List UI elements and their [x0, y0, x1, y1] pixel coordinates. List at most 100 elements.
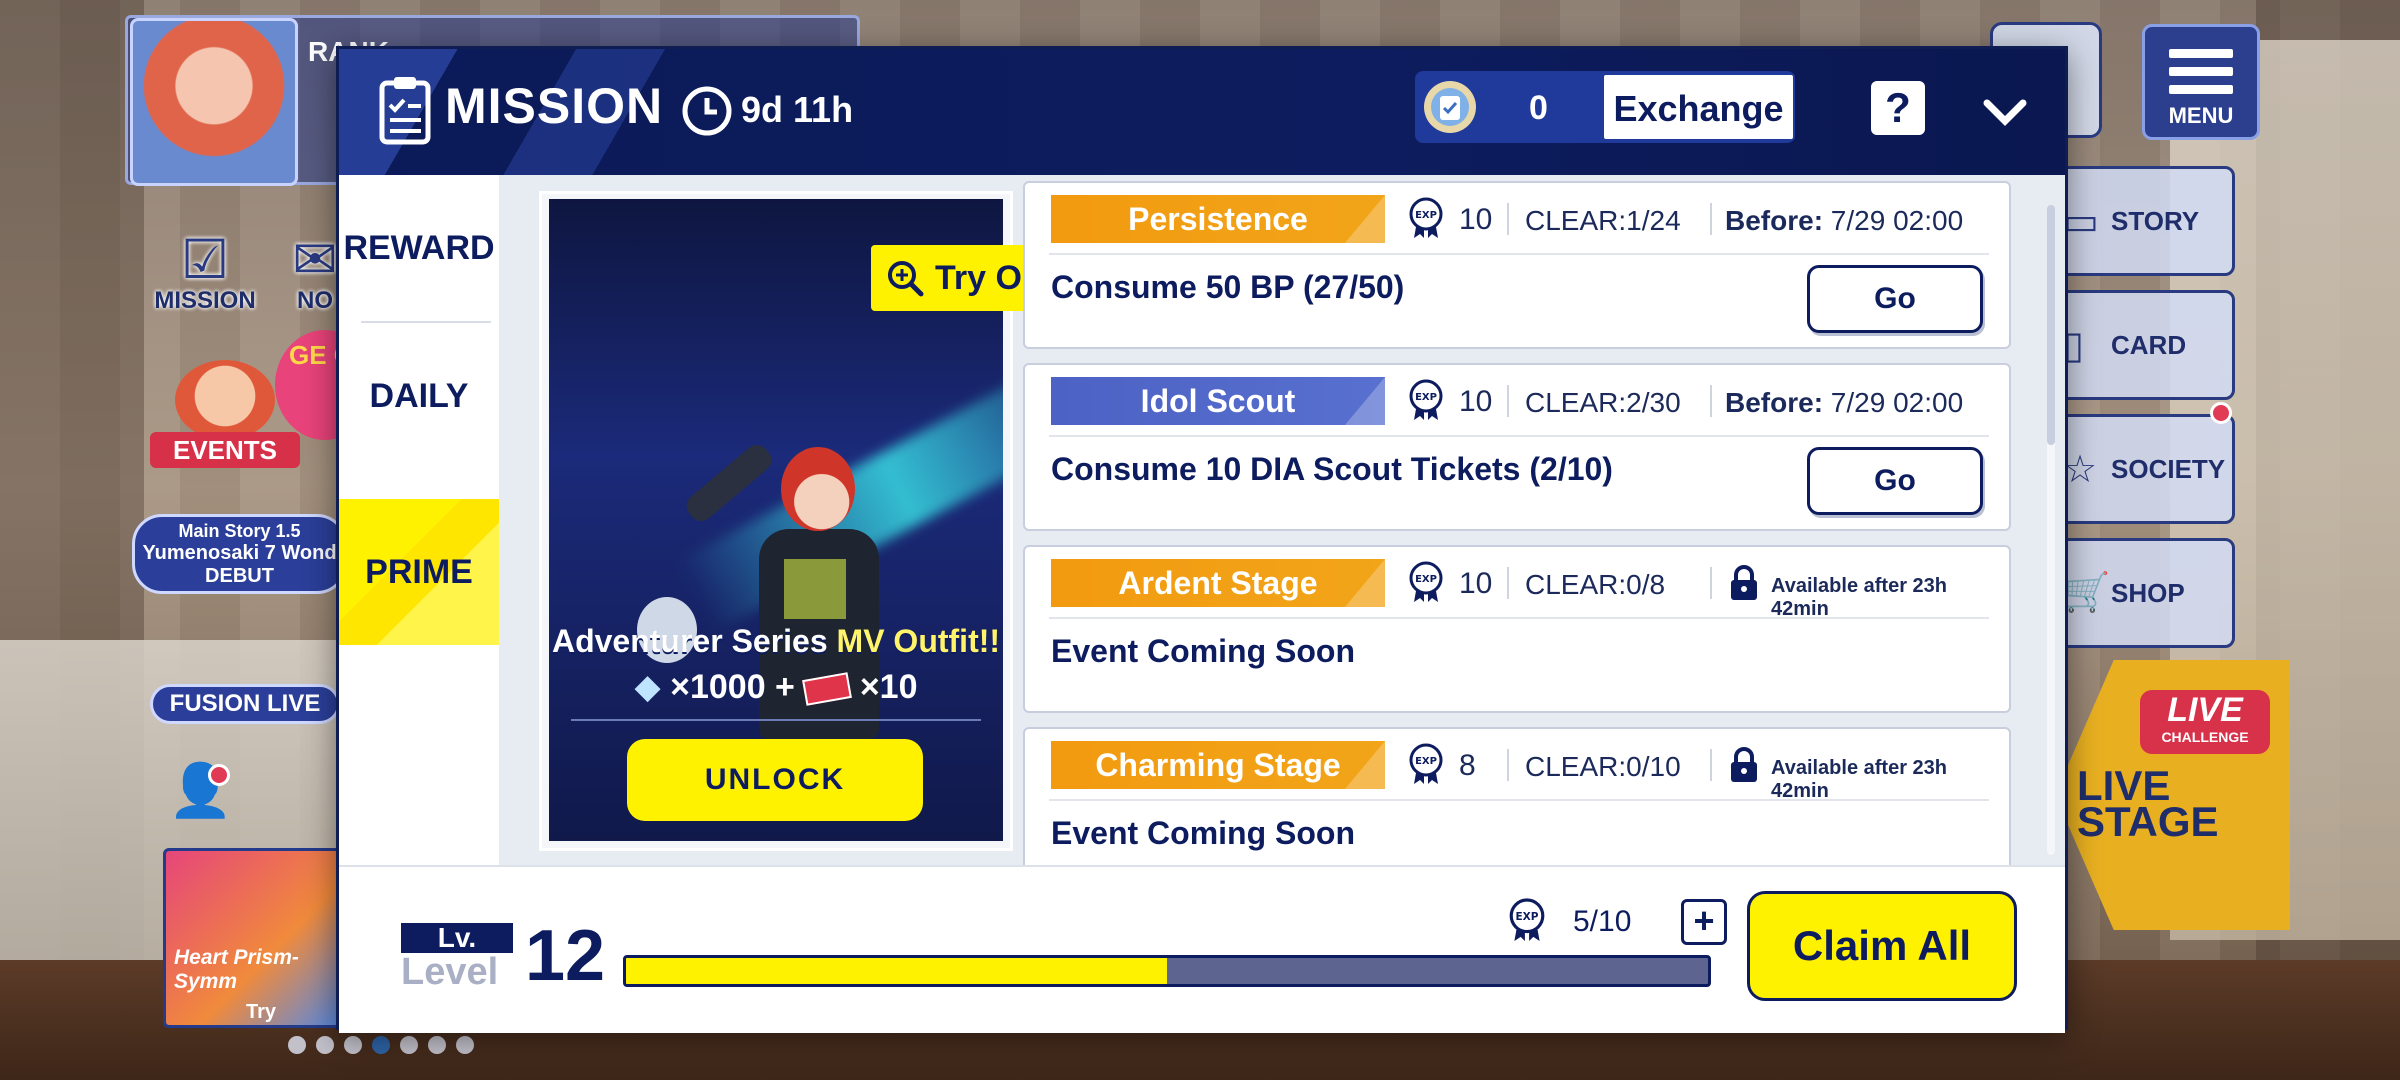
menu-label: MENU [2168, 103, 2234, 128]
mission-list-scroll-thumb[interactable] [2047, 205, 2055, 445]
card-divider [1049, 435, 1989, 437]
mission-clear: CLEAR:0/10 [1525, 751, 1681, 782]
help-button[interactable]: ? [1871, 81, 1925, 135]
separator [1710, 203, 1712, 235]
claim-all-button[interactable]: Claim All [1747, 891, 2017, 1001]
modal-header: MISSION 9d 11h 0 Exchange ? [339, 49, 2065, 175]
deadline-value: 7/29 02:00 [1830, 205, 1964, 236]
mission-clear: CLEAR:2/30 [1525, 387, 1681, 418]
menu-button[interactable]: MENU [2142, 24, 2260, 140]
nav-card-button[interactable]: ▯ CARD [2050, 290, 2235, 400]
hud-notice-label: NO [297, 287, 333, 314]
fusion-live-button[interactable]: FUSION LIVE [150, 684, 340, 724]
mission-category: Persistence [1051, 195, 1385, 243]
separator [1710, 385, 1712, 417]
remaining-time: 9d 11h [741, 89, 854, 130]
mission-card: Persistence EXP 10 CLEAR:1/24 Before: 7/… [1023, 181, 2011, 349]
nav-shop-button[interactable]: 🛒 SHOP [2050, 538, 2235, 648]
page-dot[interactable] [456, 1036, 474, 1054]
lv-tag: Lv. [401, 923, 513, 953]
mission-exp: 10 [1459, 385, 1493, 418]
chevron-down-icon[interactable] [1975, 81, 2035, 141]
svg-text:EXP: EXP [1415, 210, 1437, 221]
go-button[interactable]: Go [1807, 447, 1983, 515]
hud-mission-label: MISSION [154, 287, 256, 314]
mission-card: Ardent Stage EXP 10 CLEAR:0/8 Available … [1023, 545, 2011, 713]
lock-icon [1731, 747, 1757, 782]
clipboard-icon: ☑ [180, 230, 230, 290]
svg-text:EXP: EXP [1415, 756, 1437, 767]
mission-description: Event Coming Soon [1051, 815, 1355, 851]
nav-story-button[interactable]: ▭ STORY [2050, 166, 2235, 276]
go-button[interactable]: Go [1807, 265, 1983, 333]
page-dot[interactable] [372, 1036, 390, 1054]
card-divider [1049, 617, 1989, 619]
page-dot[interactable] [400, 1036, 418, 1054]
zoom-in-icon [888, 261, 924, 297]
mission-description: Event Coming Soon [1051, 633, 1355, 669]
idol-arm [681, 440, 777, 526]
svg-text:EXP: EXP [1415, 392, 1437, 403]
exp-progress-bar [623, 955, 1711, 987]
page-dot[interactable] [344, 1036, 362, 1054]
hud-notice-button[interactable]: ✉ NO [290, 215, 340, 315]
svg-text:EXP: EXP [1516, 911, 1539, 923]
scout-ticket-icon [802, 672, 853, 706]
clipboard-icon [379, 77, 431, 145]
separator [1507, 749, 1509, 781]
diamond-icon: ◆ [634, 668, 661, 706]
tab-column: REWARD DAILY PRIME [339, 175, 499, 865]
card-divider [1049, 799, 1989, 801]
mission-list[interactable]: Persistence EXP 10 CLEAR:1/24 Before: 7/… [1023, 181, 2013, 865]
mission-category: Ardent Stage [1051, 559, 1385, 607]
tab-daily[interactable]: DAILY [339, 323, 499, 469]
hud-mission-button[interactable]: ☑ MISSION [150, 215, 260, 315]
mission-exp: 10 [1459, 567, 1493, 600]
nav-card-label: CARD [2111, 329, 2187, 360]
idol-head [781, 447, 855, 531]
modal-title: MISSION [445, 78, 664, 134]
main-story-title: Yumenosaki 7 Wond [142, 542, 337, 564]
main-story-sub: DEBUT [205, 565, 274, 587]
level-word: Level [401, 951, 499, 993]
idol-shirt [784, 559, 846, 619]
mission-exp: 8 [1459, 749, 1476, 782]
mail-icon: ✉ [292, 230, 338, 290]
mission-availability: Available after 23h 42min [1771, 757, 1948, 802]
events-character-face [175, 360, 275, 440]
prime-reward-dia: ×1000 + [670, 668, 795, 706]
exp-progress-text: 5/10 [1573, 905, 1632, 938]
mission-category: Idol Scout [1051, 377, 1385, 425]
deadline-label: Before: [1725, 205, 1824, 236]
prime-promo-title-main: Adventurer Series [551, 623, 828, 659]
hamburger-icon [2169, 49, 2233, 94]
event-banner[interactable]: Heart Prism-Symm Try [163, 848, 341, 1028]
exchange-button[interactable]: Exchange [1602, 73, 1795, 141]
page-dot[interactable] [288, 1036, 306, 1054]
unlock-button[interactable]: UNLOCK [627, 739, 923, 821]
star-icon: ☆ [2063, 449, 2098, 491]
mission-availability: Available after 23h 42min [1771, 575, 1948, 620]
nav-society-button[interactable]: ☆ SOCIETY [2050, 414, 2235, 524]
page-dot[interactable] [428, 1036, 446, 1054]
mission-deadline: Before: 7/29 02:00 [1725, 205, 1963, 237]
card-divider [1049, 253, 1989, 255]
deadline-label: Before: [1725, 387, 1824, 418]
banner-page-dots [288, 1036, 474, 1054]
main-story-button[interactable]: Main Story 1.5 Yumenosaki 7 Wond DEBUT [132, 514, 347, 594]
add-exp-button[interactable]: + [1681, 899, 1727, 945]
clock-icon [682, 86, 732, 136]
prime-divider [571, 719, 981, 721]
page-dot[interactable] [316, 1036, 334, 1054]
society-notification-dot [2210, 402, 2232, 424]
player-avatar[interactable] [130, 18, 298, 186]
separator [1710, 749, 1712, 781]
exp-icon: EXP [1409, 197, 1443, 238]
main-story-tag: Main Story 1.5 [178, 521, 301, 541]
exp-icon: EXP [1409, 379, 1443, 420]
event-banner-title: Heart Prism-Symm [174, 946, 299, 993]
tab-reward[interactable]: REWARD [339, 175, 499, 321]
separator [1507, 567, 1509, 599]
notification-dot [208, 764, 230, 786]
tab-prime[interactable]: PRIME [339, 499, 499, 645]
